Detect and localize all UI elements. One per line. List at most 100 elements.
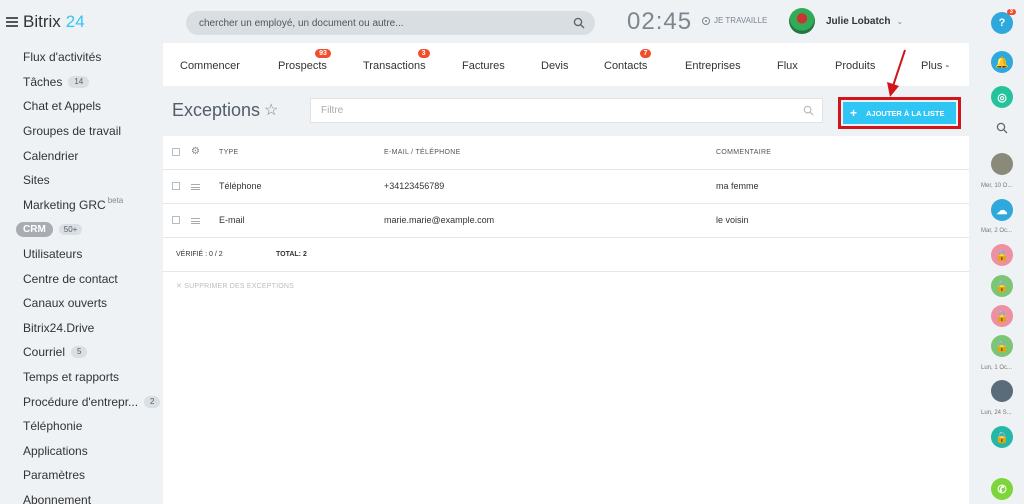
sidebar-item-temps[interactable]: Temps et rapports <box>0 365 163 390</box>
table-row[interactable]: E-mail marie.marie@example.com le voisin <box>163 204 969 238</box>
logo-name[interactable]: Bitrix <box>23 12 61 32</box>
gear-icon[interactable]: ⚙ <box>191 146 200 157</box>
contact-avatar[interactable] <box>991 153 1013 175</box>
lock-icon[interactable]: 🔒 <box>991 305 1013 327</box>
cell-type: Téléphone <box>219 181 262 191</box>
close-icon: ✕ <box>176 283 183 290</box>
logo-row: Bitrix 24 <box>0 0 163 44</box>
row-menu-icon[interactable] <box>191 218 200 224</box>
lock-icon[interactable]: 🔒 <box>991 275 1013 297</box>
tab-label: Transactions <box>363 60 426 72</box>
sidebar-item-applications[interactable]: Applications <box>0 439 163 464</box>
search-icon[interactable] <box>803 105 814 116</box>
sidebar-item-taches[interactable]: Tâches 14 <box>0 70 163 95</box>
sidebar-item-label: Utilisateurs <box>23 247 83 262</box>
sidebar-item-sites[interactable]: Sites <box>0 168 163 193</box>
sidebar-item-utilisateurs[interactable]: Utilisateurs <box>0 242 163 267</box>
chat-icon[interactable]: ◎ <box>991 86 1013 108</box>
tab-label: Contacts <box>604 60 648 72</box>
menu-icon[interactable] <box>6 17 18 27</box>
search-placeholder: chercher un employé, un document ou autr… <box>199 17 404 29</box>
table-header: ⚙ TYPE E-MAIL / TÉLÉPHONE COMMENTAIRE <box>163 136 969 170</box>
row-menu-icon[interactable] <box>191 184 200 190</box>
delete-exceptions-button[interactable]: ✕ SUPPRIMER DES EXCEPTIONS <box>176 282 294 290</box>
count-badge: 50+ <box>58 223 83 235</box>
cell-comment: ma femme <box>716 181 759 191</box>
tab-badge: 93 <box>315 49 331 58</box>
column-header-contact[interactable]: E-MAIL / TÉLÉPHONE <box>384 149 461 156</box>
lock-icon[interactable]: 🔒 <box>991 426 1013 448</box>
sidebar-item-procedure[interactable]: Procédure d'entrepr... 2 <box>0 389 163 414</box>
tab-prospects[interactable]: Prospects 93 <box>278 49 331 72</box>
tab-commencer[interactable]: Commencer <box>180 60 240 72</box>
row-checkbox[interactable] <box>172 182 180 190</box>
sidebar-item-centre-contact[interactable]: Centre de contact <box>0 266 163 291</box>
sidebar-item-label: Centre de contact <box>23 271 118 286</box>
work-status-icon <box>702 16 710 25</box>
sidebar-item-drive[interactable]: Bitrix24.Drive <box>0 316 163 341</box>
sidebar-item-label: Calendrier <box>23 148 79 163</box>
column-header-type[interactable]: TYPE <box>219 149 238 156</box>
sidebar-item-label: Paramètres <box>23 468 86 483</box>
tab-devis[interactable]: Devis <box>541 60 569 72</box>
tab-transactions[interactable]: Transactions 3 <box>363 49 430 72</box>
date-label: Mer, 10 O... <box>981 183 1013 189</box>
logo-number[interactable]: 24 <box>66 12 85 32</box>
sidebar-item-label: CRM <box>16 221 53 237</box>
total-count: TOTAL: 2 <box>276 251 307 258</box>
star-icon[interactable]: ☆ <box>264 100 278 120</box>
select-all-checkbox[interactable] <box>172 148 180 156</box>
sidebar-item-label: Flux d'activités <box>23 50 102 65</box>
add-button-highlight: + AJOUTER À LA LISTE <box>838 97 961 129</box>
cell-type: E-mail <box>219 215 245 225</box>
search-icon[interactable] <box>573 17 585 29</box>
user-name: Julie Lobatch <box>826 15 891 27</box>
tab-label: Commencer <box>180 60 240 72</box>
user-menu[interactable]: Julie Lobatch ⌄ <box>789 8 903 34</box>
sidebar-item-canaux[interactable]: Canaux ouverts <box>0 291 163 316</box>
delete-label: SUPPRIMER DES EXCEPTIONS <box>184 283 295 290</box>
sidebar-item-groupes[interactable]: Groupes de travail <box>0 119 163 144</box>
phone-icon[interactable]: ✆ <box>991 478 1013 500</box>
sidebar-item-telephonie[interactable]: Téléphonie <box>0 414 163 439</box>
contact-avatar[interactable] <box>991 380 1013 402</box>
search-input[interactable]: chercher un employé, un document ou autr… <box>186 11 595 35</box>
lock-icon[interactable]: 🔒 <box>991 335 1013 357</box>
tab-flux[interactable]: Flux <box>777 60 798 72</box>
sidebar-item-flux[interactable]: Flux d'activités <box>0 45 163 70</box>
clock: 02:45 <box>627 8 693 35</box>
sidebar-item-parametres[interactable]: Paramètres <box>0 463 163 488</box>
work-status[interactable]: JE TRAVAILLE <box>702 16 767 25</box>
help-icon[interactable]: ? 3 <box>991 9 1016 34</box>
tab-produits[interactable]: Produits <box>835 60 875 72</box>
sidebar-item-chat[interactable]: Chat et Appels <box>0 94 163 119</box>
tab-label: Factures <box>462 60 505 72</box>
cell-contact: marie.marie@example.com <box>384 215 495 225</box>
right-bar: ? 3 🔔 ◎ Mer, 10 O... ☁ Mar, 2 Oc... 🔒 🔒 🔒… <box>969 0 1024 504</box>
row-checkbox[interactable] <box>172 216 180 224</box>
tab-factures[interactable]: Factures <box>462 60 505 72</box>
sidebar-item-courriel[interactable]: Courriel 5 <box>0 340 163 365</box>
tab-contacts[interactable]: Contacts 7 <box>604 49 652 72</box>
tab-label: Produits <box>835 60 876 72</box>
cloud-icon[interactable]: ☁ <box>991 199 1013 221</box>
sidebar-item-label: Courriel <box>23 345 66 360</box>
bell-icon[interactable]: 🔔 <box>991 51 1013 73</box>
column-header-comment[interactable]: COMMENTAIRE <box>716 149 771 156</box>
filter-input[interactable]: Filtre <box>310 98 823 123</box>
plus-icon: + <box>850 106 858 120</box>
tab-entreprises[interactable]: Entreprises <box>685 60 741 72</box>
tab-plus[interactable]: Plus - <box>921 60 949 72</box>
sidebar-item-abonnement[interactable]: Abonnement <box>0 488 163 504</box>
sidebar-item-label: Marketing GRC <box>23 197 106 212</box>
crm-tabs: Commencer Prospects 93 Transactions 3 Fact… <box>163 43 969 86</box>
lock-icon[interactable]: 🔒 <box>991 244 1013 266</box>
sidebar-item-label: Sites <box>23 173 50 188</box>
sidebar-item-marketing[interactable]: Marketing GRC beta <box>0 193 163 218</box>
search-icon[interactable] <box>996 122 1008 134</box>
sidebar-item-calendrier[interactable]: Calendrier <box>0 143 163 168</box>
sidebar-item-crm[interactable]: CRM 50+ <box>0 217 163 242</box>
table-row[interactable]: Téléphone +34123456789 ma femme <box>163 170 969 204</box>
sidebar-item-label: Temps et rapports <box>23 370 120 385</box>
add-to-list-button[interactable]: + AJOUTER À LA LISTE <box>843 102 956 124</box>
